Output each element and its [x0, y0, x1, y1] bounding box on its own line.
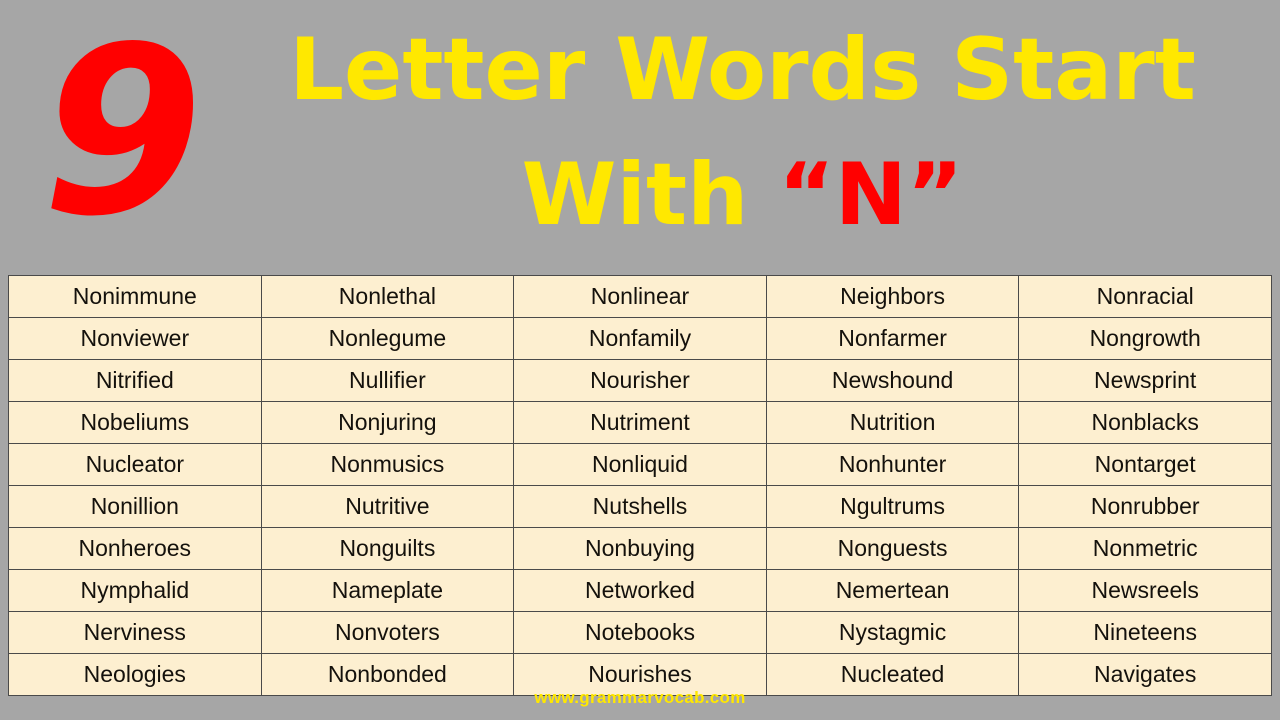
word-cell: Nutritive — [260, 485, 515, 528]
word-cell: Nonblacks — [1018, 401, 1272, 444]
word-cell: Nonlethal — [260, 275, 515, 318]
word-cell: Nonrubber — [1018, 485, 1272, 528]
table-row: Nerviness Nonvoters Notebooks Nystagmic … — [8, 611, 1272, 654]
word-cell: Nutshells — [513, 485, 767, 528]
title-block: Letter Words Start With “N” — [215, 6, 1270, 256]
word-cell: Nameplate — [260, 569, 515, 612]
table-row: Nymphalid Nameplate Networked Nemertean … — [8, 569, 1272, 612]
word-cell: Nongrowth — [1018, 317, 1272, 360]
word-cell: Nonracial — [1018, 275, 1272, 318]
word-cell: Nonlinear — [513, 275, 767, 318]
word-cell: Nystagmic — [765, 611, 1020, 654]
table-row: Nonviewer Nonlegume Nonfamily Nonfarmer … — [8, 317, 1272, 360]
word-cell: Nonmusics — [260, 443, 515, 486]
word-cell: Nonlegume — [260, 317, 515, 360]
words-table: Nonimmune Nonlethal Nonlinear Neighbors … — [8, 275, 1272, 696]
word-cell: Newsreels — [1018, 569, 1272, 612]
word-cell: Nutriment — [513, 401, 767, 444]
word-cell: Nonhunter — [765, 443, 1020, 486]
word-cell: Nobeliums — [8, 401, 262, 444]
poster-page: 9 Letter Words Start With “N” Nonimmune … — [0, 0, 1280, 720]
word-cell: Nullifier — [260, 359, 515, 402]
word-cell: Nucleator — [8, 443, 262, 486]
word-cell: Nonimmune — [8, 275, 262, 318]
words-table-body: Nonimmune Nonlethal Nonlinear Neighbors … — [8, 275, 1272, 696]
word-cell: Nonmetric — [1018, 527, 1272, 570]
word-cell: Newsprint — [1018, 359, 1272, 402]
word-cell: Nitrified — [8, 359, 262, 402]
word-cell: Nonjuring — [260, 401, 515, 444]
word-cell: Nineteens — [1018, 611, 1272, 654]
word-cell: Nonfamily — [513, 317, 767, 360]
word-cell: Newshound — [765, 359, 1020, 402]
word-cell: Ngultrums — [765, 485, 1020, 528]
word-cell: Nonfarmer — [765, 317, 1020, 360]
big-number-9: 9 — [41, 0, 203, 267]
word-cell: Nontarget — [1018, 443, 1272, 486]
word-cell: Nonguilts — [260, 527, 515, 570]
word-cell: Nonviewer — [8, 317, 262, 360]
poster-header: 9 Letter Words Start With “N” — [0, 0, 1280, 272]
table-row: Nonheroes Nonguilts Nonbuying Nonguests … — [8, 527, 1272, 570]
table-row: Nonillion Nutritive Nutshells Ngultrums … — [8, 485, 1272, 528]
table-row: Nobeliums Nonjuring Nutriment Nutrition … — [8, 401, 1272, 444]
word-cell: Nutrition — [765, 401, 1020, 444]
word-cell: Nonliquid — [513, 443, 767, 486]
title-line-2: With “N” — [215, 134, 1270, 256]
footer-website: www.grammarvocab.com — [534, 688, 746, 707]
word-cell: Nonguests — [765, 527, 1020, 570]
title-line-1: Letter Words Start — [289, 20, 1196, 120]
word-cell: Nonvoters — [260, 611, 515, 654]
word-cell: Nonheroes — [8, 527, 262, 570]
word-cell: Nonillion — [8, 485, 262, 528]
word-cell: Nourisher — [513, 359, 767, 402]
word-cell: Networked — [513, 569, 767, 612]
word-cell: Nerviness — [8, 611, 262, 654]
title-line-2-prefix: With — [521, 145, 779, 245]
word-cell: Nonbuying — [513, 527, 767, 570]
word-cell: Nemertean — [765, 569, 1020, 612]
table-row: Nonimmune Nonlethal Nonlinear Neighbors … — [8, 275, 1272, 318]
word-cell: Neighbors — [765, 275, 1020, 318]
title-line-2-quoted: “N” — [778, 145, 964, 245]
word-cell: Notebooks — [513, 611, 767, 654]
words-table-wrapper: Nonimmune Nonlethal Nonlinear Neighbors … — [8, 275, 1272, 696]
table-row: Nitrified Nullifier Nourisher Newshound … — [8, 359, 1272, 402]
word-cell: Nymphalid — [8, 569, 262, 612]
table-row: Nucleator Nonmusics Nonliquid Nonhunter … — [8, 443, 1272, 486]
